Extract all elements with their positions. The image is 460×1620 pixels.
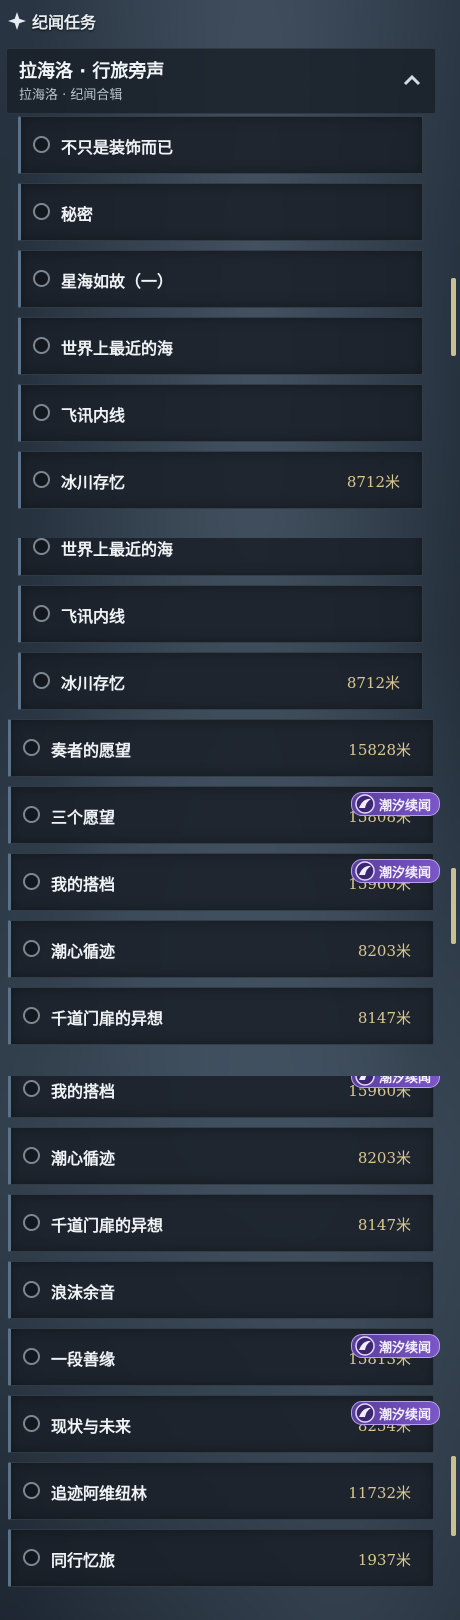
quest-name: 奏者的愿望 [51,741,132,760]
group-header[interactable]: 拉海洛 · 行旅旁声 拉海洛 · 纪闻合辑 [6,48,436,114]
quest-distance: 8712米 [346,674,400,692]
quest-name: 同行忆旅 [51,1551,116,1570]
quest-distance: 15828米 [348,741,411,759]
quest-name: 不只是装饰而已 [61,138,174,157]
quest-name: 浪沫余音 [51,1283,116,1302]
four-point-star-icon [8,12,26,30]
radio-circle-icon[interactable] [23,1007,40,1024]
quest-name: 我的搭档 [51,875,116,894]
radio-circle-icon[interactable] [23,1348,40,1365]
quest-row[interactable]: 追迹阿维纽林 11732米 [8,1462,434,1520]
section-tab[interactable]: 纪闻任务 [8,10,96,32]
quest-row[interactable]: 潮心循迹 8203米 [8,1127,434,1185]
quest-row[interactable]: 同行忆旅 1937米 [8,1529,434,1587]
quest-distance: 1937米 [357,1551,411,1569]
quest-distance: 8203米 [357,1149,411,1167]
list-segment-1: 纪闻任务 拉海洛 · 行旅旁声 拉海洛 · 纪闻合辑 不只是装饰而已 秘密 星海… [0,0,460,538]
quest-row[interactable]: 千道门扉的异想 8147米 [8,987,434,1045]
section-title: 纪闻任务 [32,13,97,32]
quest-row[interactable]: 千道门扉的异想 8147米 [8,1194,434,1252]
quest-distance: 8147米 [357,1216,411,1234]
quest-name: 星海如故（一） [61,272,174,291]
quest-name: 千道门扉的异想 [51,1009,164,1028]
quest-distance: 8147米 [357,1009,411,1027]
radio-circle-icon[interactable] [23,873,40,890]
scrollbar-thumb[interactable] [451,868,456,944]
quest-name: 飞讯内线 [61,406,126,425]
badge-label: 潮汐续闻 [378,1407,431,1423]
radio-circle-icon[interactable] [23,1281,40,1298]
radio-circle-icon[interactable] [23,1482,40,1499]
radio-circle-icon[interactable] [33,538,50,555]
badge-label: 潮汐续闻 [378,1340,431,1356]
radio-circle-icon[interactable] [33,471,50,488]
quest-name: 世界上最近的海 [61,339,174,358]
radio-circle-icon[interactable] [23,1415,40,1432]
quest-name: 追迹阿维纽林 [51,1484,148,1503]
tide-sprite-icon [355,1336,375,1356]
radio-circle-icon[interactable] [23,739,40,756]
tide-sprite-icon [355,1403,375,1423]
radio-circle-icon[interactable] [23,1214,40,1231]
tide-badge: 潮汐续闻 [350,792,440,816]
radio-circle-icon[interactable] [23,1147,40,1164]
radio-circle-icon[interactable] [23,1549,40,1566]
tide-sprite-icon [355,794,375,814]
quest-row[interactable]: 世界上最近的海 [18,538,423,576]
group-subtitle: 拉海洛 · 纪闻合辑 [19,88,123,103]
quest-name: 飞讯内线 [61,607,126,626]
radio-circle-icon[interactable] [23,1080,40,1097]
quest-row[interactable]: 飞讯内线 [18,585,423,643]
radio-circle-icon[interactable] [23,940,40,957]
radio-circle-icon[interactable] [33,203,50,220]
list-segment-3: 我的搭档 15960米 潮心循迹 8203米 千道门扉的异想 8147米 浪沫余… [0,1076,460,1620]
quest-name: 现状与未来 [51,1417,132,1436]
quest-name: 潮心循迹 [51,942,116,961]
group-title: 拉海洛 · 行旅旁声 [19,61,165,82]
tide-badge: 潮汐续闻 [350,859,440,883]
radio-circle-icon[interactable] [33,404,50,421]
quest-name: 世界上最近的海 [61,540,174,559]
tide-sprite-icon [355,861,375,881]
quest-row[interactable]: 飞讯内线 [18,384,423,442]
quest-row[interactable]: 奏者的愿望 15828米 [8,719,434,777]
quest-name: 冰川存忆 [61,674,126,693]
scrollbar-thumb[interactable] [451,278,456,356]
list-segment-2: 世界上最近的海 飞讯内线 冰川存忆 8712米 奏者的愿望 15828米 三个愿… [0,538,460,1076]
quest-distance: 11732米 [348,1484,411,1502]
quest-distance: 8203米 [357,942,411,960]
radio-circle-icon[interactable] [33,672,50,689]
quest-name: 秘密 [61,205,94,224]
radio-circle-icon[interactable] [23,806,40,823]
tide-badge: 潮汐续闻 [350,1401,440,1425]
quest-row[interactable]: 秘密 [18,183,423,241]
quest-row[interactable]: 世界上最近的海 [18,317,423,375]
badge-label: 潮汐续闻 [378,865,431,881]
radio-circle-icon[interactable] [33,270,50,287]
quest-row[interactable]: 星海如故（一） [18,250,423,308]
quest-distance: 8712米 [346,473,400,491]
chevron-up-icon[interactable] [401,69,423,91]
radio-circle-icon[interactable] [33,136,50,153]
scrollbar-thumb[interactable] [451,1456,456,1536]
quest-name: 潮心循迹 [51,1149,116,1168]
tide-badge: 潮汐续闻 [350,1334,440,1358]
tide-badge: 潮汐续闻 [350,1076,440,1088]
radio-circle-icon[interactable] [33,605,50,622]
quest-name: 一段善缘 [51,1350,116,1369]
tide-sprite-icon [355,1076,375,1086]
quest-name: 我的搭档 [51,1082,116,1101]
quest-name: 冰川存忆 [61,473,126,492]
quest-name: 千道门扉的异想 [51,1216,164,1235]
badge-label: 潮汐续闻 [378,798,431,814]
quest-row[interactable]: 潮心循迹 8203米 [8,920,434,978]
radio-circle-icon[interactable] [33,337,50,354]
quest-row[interactable]: 冰川存忆 8712米 [18,652,423,710]
quest-name: 三个愿望 [51,808,116,827]
badge-label: 潮汐续闻 [378,1076,431,1086]
quest-row[interactable]: 冰川存忆 8712米 [18,451,423,509]
quest-row[interactable]: 浪沫余音 [8,1261,434,1319]
quest-row[interactable]: 不只是装饰而已 [18,116,423,174]
